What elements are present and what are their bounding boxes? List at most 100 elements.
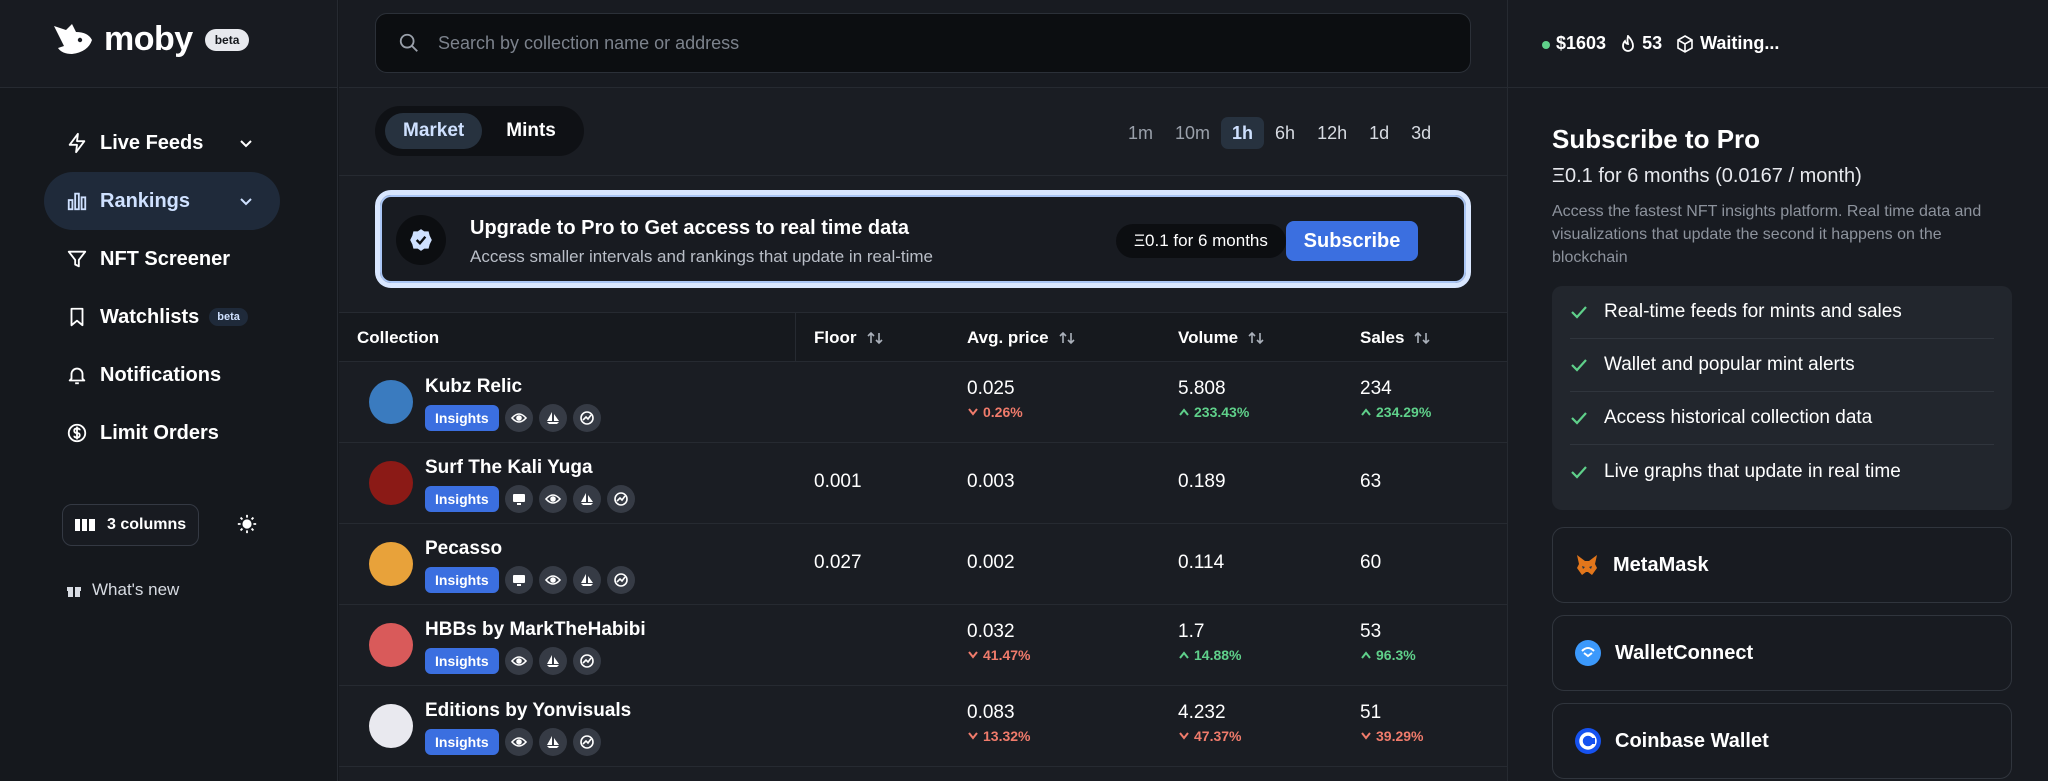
sidebar-item-nft-screener[interactable]: NFT Screener [44, 230, 280, 288]
chart-icon[interactable] [572, 647, 601, 675]
tab-mints[interactable]: Mints [488, 113, 574, 149]
volume-change-value: 14.88% [1194, 647, 1242, 663]
table-row[interactable]: Kubz Relic Insights 0.025 0.26% 5.808 233.… [339, 362, 1507, 443]
range-12h[interactable]: 12h [1306, 117, 1358, 149]
columns-button[interactable]: 3 columns [62, 504, 200, 546]
monitor-icon[interactable] [504, 566, 533, 594]
eye-icon[interactable] [504, 404, 533, 432]
theme-toggle[interactable] [236, 513, 258, 540]
gas-value: 53 [1642, 33, 1663, 53]
feature-item: Real-time feeds for mints and sales [1570, 286, 1994, 339]
chevron-down-icon[interactable] [238, 192, 254, 215]
collection-name[interactable]: Editions by Yonvisuals [425, 700, 631, 722]
range-6h[interactable]: 6h [1264, 117, 1306, 149]
verified-check-icon [396, 215, 446, 265]
chart-icon[interactable] [606, 485, 635, 513]
eye-icon[interactable] [538, 485, 567, 513]
header-avg-price[interactable]: Avg. price [967, 328, 1075, 348]
monitor-icon[interactable] [504, 485, 533, 513]
eye-icon[interactable] [538, 566, 567, 594]
sidebar-nav: Live Feeds Rankings NFT Screener Watchli… [44, 114, 280, 462]
main-content: Market Mints 1m 10m 1h 6h 12h 1d 3d Upgr… [339, 0, 1507, 781]
time-range-selector: 1m 10m 1h 6h 12h 1d 3d [1117, 117, 1442, 149]
range-1h[interactable]: 1h [1221, 117, 1265, 149]
chart-icon[interactable] [606, 566, 635, 594]
wallet-walletconnect-button[interactable]: WalletConnect [1552, 615, 2012, 691]
header-sales[interactable]: Sales [1360, 328, 1431, 348]
range-1d[interactable]: 1d [1358, 117, 1400, 149]
market-mints-tabs: Market Mints [375, 106, 584, 156]
search-input[interactable] [438, 32, 1338, 54]
header-floor[interactable]: Floor [814, 328, 883, 348]
opensea-sail-icon[interactable] [538, 728, 567, 756]
sidebar-item-rankings[interactable]: Rankings [44, 172, 280, 230]
coinbase-icon [1575, 728, 1601, 754]
pro-section: Subscribe to Pro Ξ0.1 for 6 months (0.01… [1552, 124, 2012, 269]
collection-name[interactable]: Surf The Kali Yuga [425, 457, 593, 479]
avg-change-value: 13.32% [983, 728, 1031, 744]
sidebar-item-label: NFT Screener [100, 247, 231, 270]
chart-icon[interactable] [572, 728, 601, 756]
pro-features: Real-time feeds for mints and sales Wall… [1552, 286, 2012, 510]
avatar[interactable] [369, 623, 413, 667]
collection-name[interactable]: Kubz Relic [425, 376, 522, 398]
sidebar-item-limit-orders[interactable]: Limit Orders [44, 404, 280, 462]
chevron-down-icon[interactable] [238, 134, 254, 157]
sort-icon [1059, 331, 1075, 345]
header-collection[interactable]: Collection [357, 328, 439, 348]
eye-icon[interactable] [504, 728, 533, 756]
opensea-sail-icon[interactable] [572, 566, 601, 594]
opensea-sail-icon[interactable] [538, 647, 567, 675]
sidebar-item-watchlists[interactable]: Watchlists beta [44, 288, 280, 346]
search-bar[interactable] [375, 13, 1471, 73]
sidebar-item-label: Notifications [100, 363, 222, 386]
collection-actions: Insights [425, 647, 601, 675]
avatar[interactable] [369, 380, 413, 424]
sales-change-value: 234.29% [1376, 404, 1432, 420]
sidebar-item-live-feeds[interactable]: Live Feeds [44, 114, 280, 172]
filter-icon [66, 248, 88, 270]
subscribe-button[interactable]: Subscribe [1286, 221, 1418, 261]
table-row[interactable]: Editions by Yonvisuals Insights 0.083 13.… [339, 686, 1507, 767]
header-avg-label: Avg. price [967, 328, 1049, 347]
range-3d[interactable]: 3d [1400, 117, 1442, 149]
volume-value: 5.808 [1178, 378, 1226, 399]
volume-cell: 0.189 [1178, 471, 1226, 493]
collection-name[interactable]: Pecasso [425, 538, 502, 560]
logo[interactable]: moby beta [52, 20, 250, 59]
block-value: Waiting... [1700, 33, 1780, 53]
rankings-table: Collection Floor Avg. price Volume Sales… [339, 312, 1507, 767]
sidebar-item-notifications[interactable]: Notifications [44, 346, 280, 404]
whats-new-link[interactable]: What's new [66, 580, 179, 600]
avatar[interactable] [369, 461, 413, 505]
table-row[interactable]: Surf The Kali Yuga Insights 0.001 0.003 … [339, 443, 1507, 524]
collection-name[interactable]: HBBs by MarkTheHabibi [425, 619, 646, 641]
insights-button[interactable]: Insights [425, 648, 499, 674]
volume-change: 47.37% [1178, 728, 1241, 744]
insights-button[interactable]: Insights [425, 486, 499, 512]
avg-change: 13.32% [967, 728, 1030, 744]
range-10m[interactable]: 10m [1164, 117, 1221, 149]
opensea-sail-icon[interactable] [572, 485, 601, 513]
eye-icon[interactable] [504, 647, 533, 675]
avatar[interactable] [369, 542, 413, 586]
wallet-metamask-button[interactable]: MetaMask [1552, 527, 2012, 603]
insights-button[interactable]: Insights [425, 405, 499, 431]
table-row[interactable]: Pecasso Insights 0.027 0.002 0.114 60 [339, 524, 1507, 605]
pro-title: Subscribe to Pro [1552, 124, 1761, 154]
columns-label: 3 columns [107, 516, 187, 533]
insights-button[interactable]: Insights [425, 567, 499, 593]
range-1m[interactable]: 1m [1117, 117, 1164, 149]
table-header: Collection Floor Avg. price Volume Sales [339, 312, 1507, 362]
table-row[interactable]: HBBs by MarkTheHabibi Insights 0.032 41.4… [339, 605, 1507, 686]
wallet-coinbase-button[interactable]: Coinbase Wallet [1552, 703, 2012, 779]
insights-button[interactable]: Insights [425, 729, 499, 755]
avatar[interactable] [369, 704, 413, 748]
sales-value: 53 [1360, 621, 1382, 642]
sidebar-item-label: Live Feeds [100, 131, 204, 154]
opensea-sail-icon[interactable] [538, 404, 567, 432]
chart-icon[interactable] [572, 404, 601, 432]
tab-market[interactable]: Market [385, 113, 483, 149]
upgrade-banner: Upgrade to Pro to Get access to real tim… [375, 190, 1471, 288]
header-volume[interactable]: Volume [1178, 328, 1264, 348]
